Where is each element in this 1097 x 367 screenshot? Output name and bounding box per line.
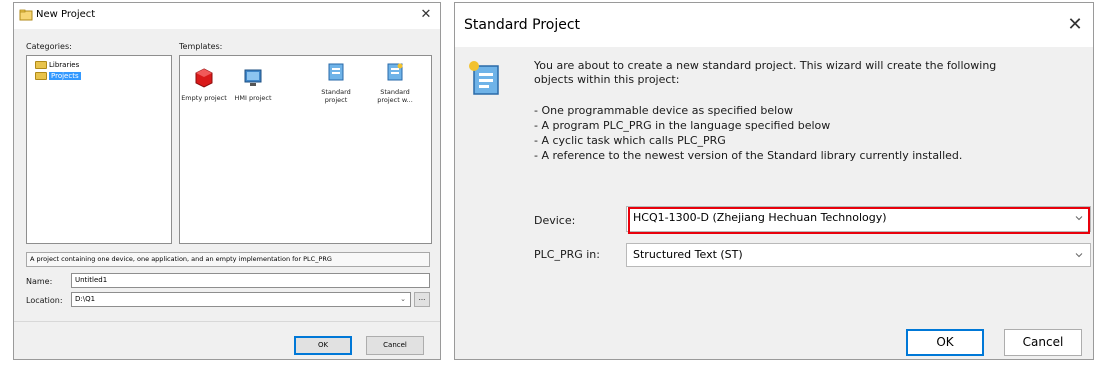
templates-list[interactable]: Empty project HMI project Standard proje… xyxy=(179,55,432,244)
folder-icon xyxy=(35,72,47,80)
hmi-project-icon xyxy=(244,69,262,86)
name-label: Name: xyxy=(26,277,53,286)
plc-prg-language-select[interactable]: Structured Text (ST) xyxy=(626,243,1091,267)
ok-button[interactable]: OK xyxy=(906,329,984,356)
tree-item-libraries[interactable]: Libraries xyxy=(35,60,79,71)
cancel-button[interactable]: Cancel xyxy=(366,336,424,355)
location-label: Location: xyxy=(26,296,63,305)
categories-tree[interactable]: Libraries Projects xyxy=(26,55,172,244)
bullet-item: - A program PLC_PRG in the language spec… xyxy=(534,119,831,132)
name-field[interactable]: Untitled1 xyxy=(71,273,430,288)
device-label: Device: xyxy=(534,214,576,227)
folder-icon xyxy=(35,61,47,69)
new-project-icon xyxy=(19,9,33,21)
location-value: D:\Q1 xyxy=(75,295,96,303)
tree-item-projects[interactable]: Projects xyxy=(35,71,81,82)
bullet-item: - One programmable device as specified b… xyxy=(534,104,793,117)
templates-label: Templates: xyxy=(179,42,223,51)
browse-button[interactable]: ... xyxy=(414,292,430,307)
chevron-down-icon[interactable]: ⌄ xyxy=(400,293,406,306)
categories-label: Categories: xyxy=(26,42,72,51)
dialog-title: Standard Project xyxy=(464,17,581,33)
close-icon[interactable]: ✕ xyxy=(1063,13,1087,37)
close-icon[interactable]: ✕ xyxy=(416,6,436,24)
dialog-title: New Project xyxy=(36,9,96,20)
location-field[interactable]: D:\Q1 ⌄ xyxy=(71,292,411,307)
standard-project-icon xyxy=(328,63,344,81)
template-standard-project-with-application[interactable]: Standard project w... xyxy=(370,62,420,104)
chevron-down-icon xyxy=(1075,253,1083,258)
bullet-item: - A reference to the newest version of t… xyxy=(534,149,963,162)
intro-text-line1: You are about to create a new standard p… xyxy=(534,59,997,72)
plc-prg-value: Structured Text (ST) xyxy=(633,248,743,261)
device-highlight-box xyxy=(628,207,1090,234)
plc-prg-label: PLC_PRG in: xyxy=(534,248,600,261)
bullet-item: - A cyclic task which calls PLC_PRG xyxy=(534,134,726,147)
ok-button[interactable]: OK xyxy=(294,336,352,355)
template-hmi-project[interactable]: HMI project xyxy=(229,68,277,102)
template-standard-project[interactable]: Standard project xyxy=(316,62,356,104)
empty-project-icon xyxy=(195,68,213,88)
standard-project-dialog: Standard Project ✕ You are about to crea… xyxy=(454,2,1094,360)
template-description: A project containing one device, one app… xyxy=(26,252,430,267)
cancel-button[interactable]: Cancel xyxy=(1004,329,1082,356)
title-bar: New Project ✕ xyxy=(14,3,440,29)
divider xyxy=(14,321,440,322)
standard-project-with-application-icon xyxy=(387,63,403,81)
intro-text-line2: objects within this project: xyxy=(534,73,680,86)
standard-project-icon xyxy=(469,61,499,95)
new-project-dialog: New Project ✕ Categories: Templates: Lib… xyxy=(13,2,441,360)
template-empty-project[interactable]: Empty project xyxy=(180,68,228,102)
title-bar: Standard Project ✕ xyxy=(455,3,1093,47)
